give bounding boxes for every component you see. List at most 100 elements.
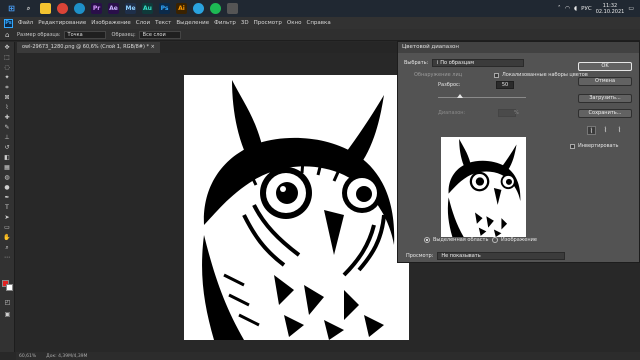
windows-start-icon[interactable]: ⊞ bbox=[6, 3, 17, 14]
preview-row: Просмотр: Не показывать bbox=[406, 252, 566, 260]
document-tab[interactable]: owl-29673_1280.png @ 60,6% (Слой 1, RGB/… bbox=[17, 42, 160, 53]
system-tray: ˄ ◠ ◖ РУС 11:32 02.10.2021 ▭ bbox=[558, 3, 640, 15]
menu-filter[interactable]: Фильтр bbox=[214, 20, 236, 26]
canvas-owl-image[interactable] bbox=[184, 75, 409, 340]
preview-dropdown[interactable]: Не показывать bbox=[437, 252, 566, 260]
spotify-icon[interactable] bbox=[210, 3, 221, 14]
search-icon[interactable]: ⌕ bbox=[23, 3, 34, 14]
invert-checkbox[interactable] bbox=[570, 143, 575, 149]
after-effects-icon[interactable]: Ae bbox=[108, 3, 119, 14]
menu-view[interactable]: Просмотр bbox=[254, 20, 282, 26]
eraser-tool-icon[interactable]: ◧ bbox=[3, 153, 12, 162]
menu-file[interactable]: Файл bbox=[18, 20, 33, 26]
menu-image[interactable]: Изображение bbox=[91, 20, 131, 26]
audition-icon[interactable]: Au bbox=[142, 3, 153, 14]
lasso-tool-icon[interactable]: ◌ bbox=[3, 63, 12, 72]
fuzziness-slider-thumb[interactable] bbox=[457, 94, 463, 98]
telegram-icon[interactable] bbox=[193, 3, 204, 14]
zoom-tool-icon[interactable]: ⌕ bbox=[3, 243, 12, 252]
pen-tool-icon[interactable]: ✒ bbox=[3, 193, 12, 202]
sample-size-select[interactable]: Точка bbox=[63, 30, 106, 39]
quick-mask-icon[interactable]: ◰ bbox=[3, 298, 12, 307]
radio-image-label: Изображение bbox=[501, 237, 537, 243]
path-selection-tool-icon[interactable]: ➤ bbox=[3, 213, 12, 222]
tools-panel: ✥ ⬚ ◌ ✦ ⌗ ⊠ ⌇ ✚ ✎ ⊥ ↺ ◧ ▦ ◍ ● ✒ T ➤ ▭ ✋ … bbox=[0, 42, 15, 352]
select-dropdown-value: По образцам bbox=[440, 60, 474, 66]
menu-3d[interactable]: 3D bbox=[241, 20, 249, 26]
eyedropper-minus-icon[interactable]: ⌇ bbox=[615, 126, 624, 135]
fuzziness-input[interactable]: 50 bbox=[496, 81, 514, 89]
brush-tool-icon[interactable]: ✎ bbox=[3, 123, 12, 132]
background-color-swatch[interactable] bbox=[6, 284, 13, 291]
gradient-tool-icon[interactable]: ▦ bbox=[3, 163, 12, 172]
invert-row[interactable]: Инвертировать bbox=[570, 143, 618, 149]
crop-tool-icon[interactable]: ⌗ bbox=[3, 83, 12, 92]
selection-preview[interactable] bbox=[441, 137, 526, 237]
magic-wand-tool-icon[interactable]: ✦ bbox=[3, 73, 12, 82]
hand-tool-icon[interactable]: ✋ bbox=[3, 233, 12, 242]
menu-help[interactable]: Справка bbox=[306, 20, 330, 26]
invert-label: Инвертировать bbox=[578, 143, 619, 149]
range-unit: % bbox=[514, 110, 519, 116]
eyedropper-tool-icon[interactable]: ⌇ bbox=[3, 103, 12, 112]
localized-clusters-row[interactable]: Локализованные наборы цветов bbox=[494, 72, 588, 78]
menu-window[interactable]: Окно bbox=[287, 20, 302, 26]
eyedropper-icon[interactable]: ⌇ bbox=[587, 126, 596, 135]
taskbar-app-0[interactable] bbox=[40, 3, 51, 14]
sample-select[interactable]: Все слои bbox=[138, 30, 181, 39]
radio-image-row[interactable]: Изображение bbox=[492, 237, 537, 243]
illustrator-icon[interactable]: Ai bbox=[176, 3, 187, 14]
dialog-title[interactable]: Цветовой диапазон bbox=[398, 42, 639, 53]
status-bar: 60,61% Док: 4,39M/4,39M bbox=[16, 352, 640, 360]
radio-selection[interactable] bbox=[424, 237, 430, 243]
taskbar-app-2[interactable] bbox=[74, 3, 85, 14]
localized-clusters-label: Локализованные наборы цветов bbox=[502, 72, 588, 78]
type-tool-icon[interactable]: T bbox=[3, 203, 12, 212]
premiere-icon[interactable]: Pr bbox=[91, 3, 102, 14]
frame-tool-icon[interactable]: ⊠ bbox=[3, 93, 12, 102]
dodge-tool-icon[interactable]: ● bbox=[3, 183, 12, 192]
menu-type[interactable]: Текст bbox=[155, 20, 171, 26]
app-icon[interactable] bbox=[227, 3, 238, 14]
menu-edit[interactable]: Редактирование bbox=[38, 20, 86, 26]
radio-selection-row[interactable]: Выделенная область bbox=[424, 237, 488, 243]
select-label: Выбрать: bbox=[404, 60, 429, 66]
preview-label: Просмотр: bbox=[406, 253, 434, 259]
notifications-icon[interactable]: ▭ bbox=[628, 5, 634, 12]
radio-selection-label: Выделенная область bbox=[433, 237, 489, 243]
face-detection-label: Обнаружение лиц bbox=[414, 72, 463, 78]
preview-owl-mask bbox=[441, 137, 526, 237]
more-tools-icon[interactable]: ⋯ bbox=[3, 253, 12, 262]
media-encoder-icon[interactable]: Me bbox=[125, 3, 136, 14]
menu-select[interactable]: Выделение bbox=[176, 20, 209, 26]
screen-mode-icon[interactable]: ▣ bbox=[3, 310, 12, 319]
photoshop-logo: Ps bbox=[4, 18, 13, 28]
photoshop-icon[interactable]: Ps bbox=[159, 3, 170, 14]
select-row: Выбрать: ⌇ По образцам bbox=[404, 59, 525, 67]
marquee-tool-icon[interactable]: ⬚ bbox=[3, 53, 12, 62]
select-dropdown[interactable]: ⌇ По образцам bbox=[432, 59, 525, 67]
radio-image[interactable] bbox=[492, 237, 498, 243]
tray-up-arrow-icon[interactable]: ˄ bbox=[558, 5, 561, 12]
blur-tool-icon[interactable]: ◍ bbox=[3, 173, 12, 182]
zoom-level[interactable]: 60,61% bbox=[19, 354, 36, 359]
clone-stamp-tool-icon[interactable]: ⊥ bbox=[3, 133, 12, 142]
rectangle-tool-icon[interactable]: ▭ bbox=[3, 223, 12, 232]
save-button[interactable]: Сохранить... bbox=[578, 109, 632, 118]
ok-button[interactable]: OK bbox=[578, 62, 632, 71]
cancel-button[interactable]: Отмена bbox=[578, 77, 632, 86]
wifi-icon[interactable]: ◠ bbox=[565, 5, 570, 12]
healing-brush-tool-icon[interactable]: ✚ bbox=[3, 113, 12, 122]
load-button[interactable]: Загрузить... bbox=[578, 94, 632, 103]
localized-clusters-checkbox[interactable] bbox=[494, 72, 499, 78]
volume-icon[interactable]: ◖ bbox=[574, 5, 577, 12]
eyedropper-tool-icon[interactable]: ⌂ bbox=[5, 31, 13, 39]
taskbar-app-1[interactable] bbox=[57, 3, 68, 14]
eyedropper-plus-icon[interactable]: ⌇ bbox=[601, 126, 610, 135]
menu-layers[interactable]: Слои bbox=[136, 20, 150, 26]
fuzziness-slider[interactable] bbox=[438, 97, 526, 98]
clock[interactable]: 11:32 02.10.2021 bbox=[596, 3, 625, 15]
history-brush-tool-icon[interactable]: ↺ bbox=[3, 143, 12, 152]
move-tool-icon[interactable]: ✥ bbox=[3, 43, 12, 52]
language-indicator[interactable]: РУС bbox=[581, 6, 592, 12]
